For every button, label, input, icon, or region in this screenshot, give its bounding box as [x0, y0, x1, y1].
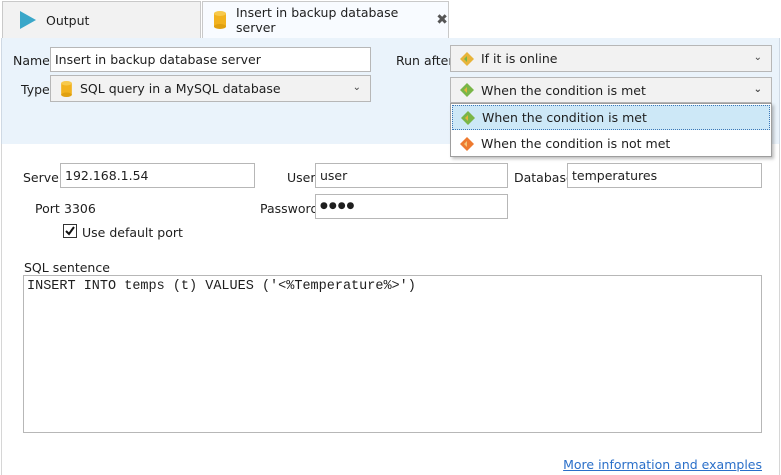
password-label: Password	[260, 201, 319, 216]
more-info-link[interactable]: More information and examples	[563, 457, 762, 472]
run-after-select[interactable]: If it is online ⌄	[450, 45, 772, 72]
password-field[interactable]: ●●●●	[315, 194, 508, 219]
database-field[interactable]: temperatures	[567, 163, 762, 188]
condition-select[interactable]: When the condition is met ⌄	[450, 77, 772, 103]
checkmark-icon	[65, 226, 75, 236]
type-select[interactable]: SQL query in a MySQL database ⌄	[50, 75, 371, 102]
name-field[interactable]: Insert in backup database server	[50, 47, 371, 72]
green-diamond-icon	[459, 82, 475, 98]
name-label: Name	[13, 53, 50, 68]
database-label: Database	[514, 170, 574, 185]
green-diamond-icon	[460, 110, 476, 126]
default-port-checkbox[interactable]	[63, 224, 77, 238]
type-select-value: SQL query in a MySQL database	[80, 81, 281, 96]
type-label: Type	[21, 82, 50, 97]
chevron-down-icon: ⌄	[753, 84, 762, 95]
database-icon	[214, 11, 226, 29]
sql-label: SQL sentence	[24, 260, 110, 275]
condition-value: When the condition is met	[481, 82, 646, 98]
tab-insert-label: Insert in backup database server	[236, 5, 399, 35]
dropdown-option-label: When the condition is met	[482, 110, 647, 125]
play-icon	[17, 10, 37, 30]
user-label: User	[287, 170, 316, 185]
port-label: Port	[35, 201, 60, 216]
tab-insert-backup[interactable]: Insert in backup database server ✖	[202, 1, 449, 38]
port-value: 3306	[64, 201, 96, 216]
green-diamond-icon	[459, 51, 475, 67]
server-label: Server	[23, 170, 64, 185]
dropdown-option-met[interactable]: When the condition is met	[452, 105, 770, 130]
database-icon	[61, 80, 72, 97]
chevron-down-icon: ⌄	[753, 52, 762, 63]
run-after-label: Run after	[396, 53, 454, 68]
tab-bar: Output Insert in backup database server …	[0, 0, 781, 38]
sql-textarea[interactable]: INSERT INTO temps (t) VALUES ('<%Tempera…	[23, 275, 762, 433]
default-port-label[interactable]: Use default port	[82, 225, 183, 240]
run-after-value: If it is online	[481, 51, 558, 66]
tab-output-label: Output	[46, 12, 90, 28]
user-field[interactable]: user	[315, 163, 508, 188]
tab-output[interactable]: Output	[2, 1, 201, 38]
chevron-down-icon: ⌄	[352, 82, 361, 93]
server-field[interactable]: 192.168.1.54	[60, 163, 255, 188]
close-icon[interactable]: ✖	[436, 12, 448, 28]
